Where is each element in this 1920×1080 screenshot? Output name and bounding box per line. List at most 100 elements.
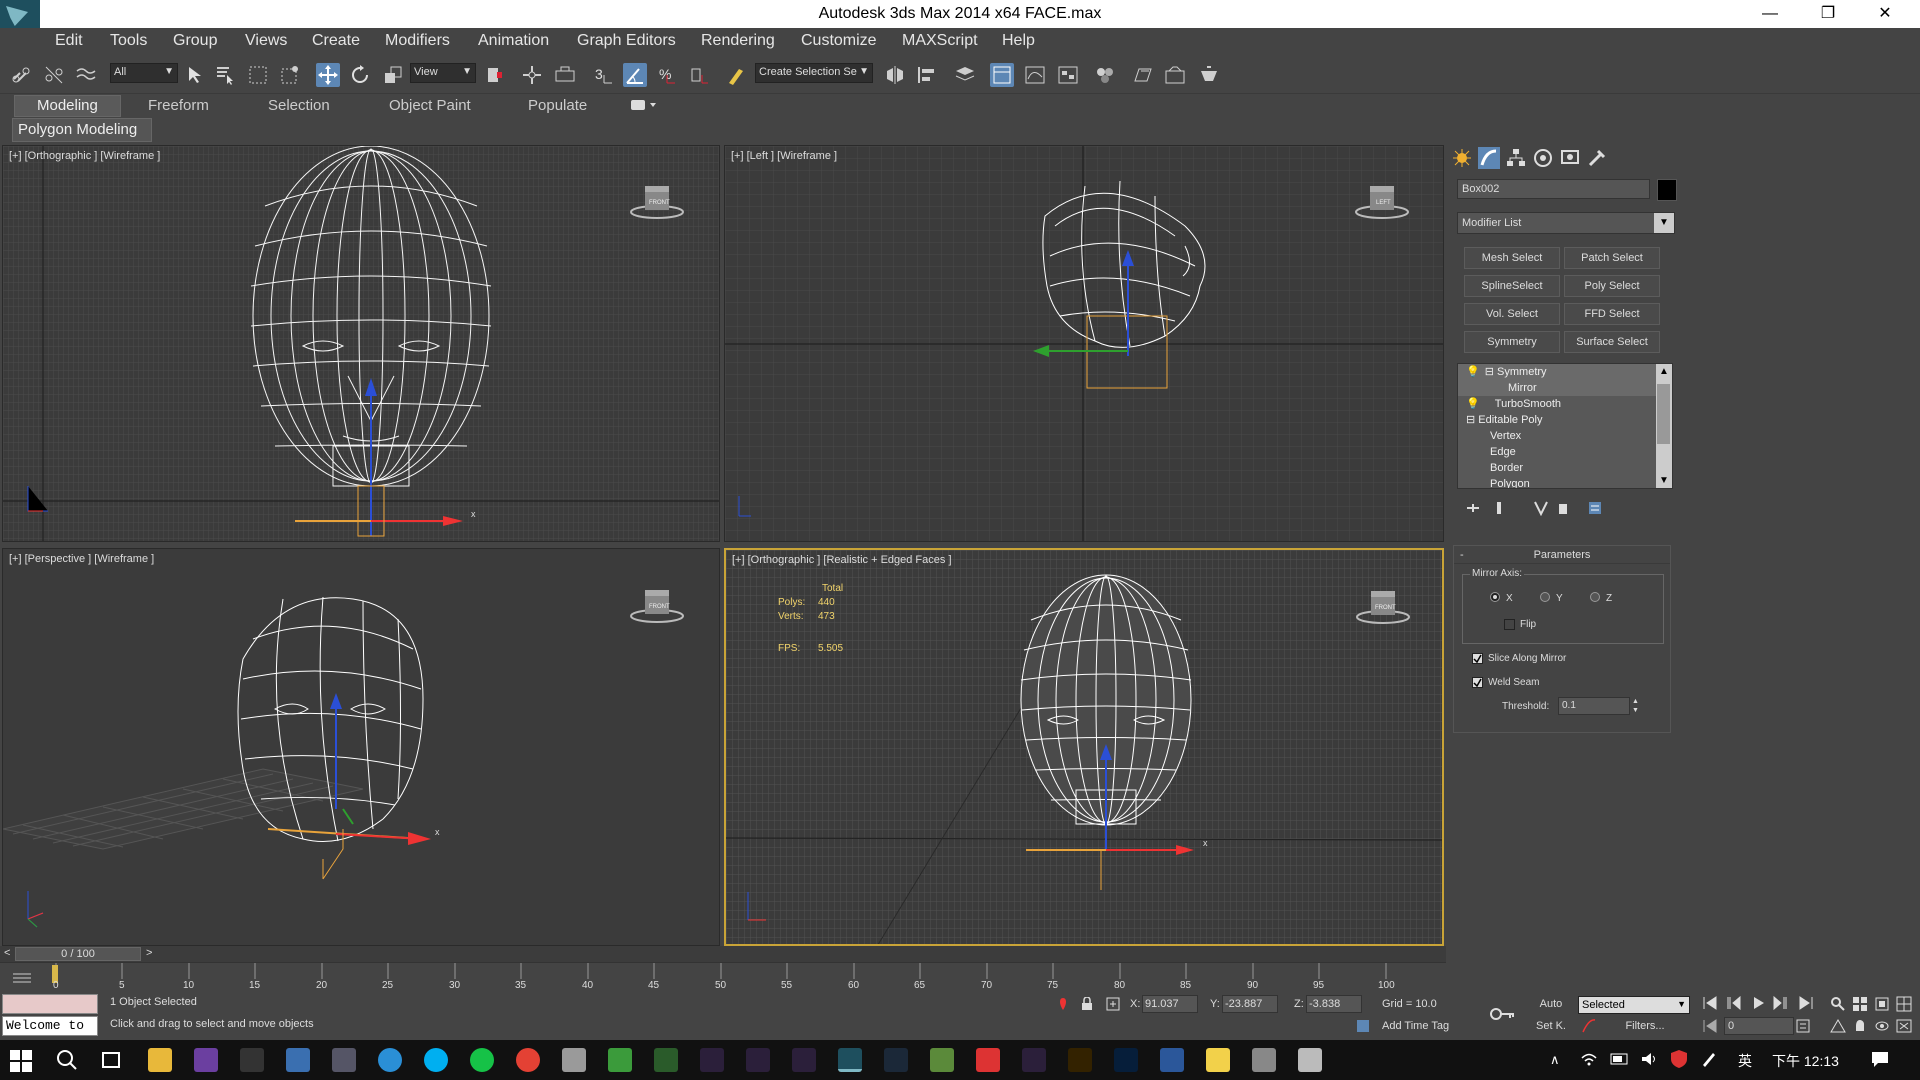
viewcube[interactable]: FRONT <box>627 586 684 626</box>
z-coord-input[interactable]: -3.838 <box>1306 995 1362 1013</box>
poly-select-button[interactable]: Poly Select <box>1564 275 1660 297</box>
display-tab-icon[interactable] <box>1559 147 1581 169</box>
axis-y-radio[interactable] <box>1540 592 1550 602</box>
create-tab-icon[interactable] <box>1451 147 1473 169</box>
viewport-label[interactable]: [+] [Orthographic ] [Wireframe ] <box>9 150 160 162</box>
set-key-icon[interactable] <box>1488 1004 1516 1027</box>
selection-lock-icon[interactable] <box>1080 996 1094 1014</box>
tab-modeling[interactable]: Modeling <box>14 95 121 117</box>
pivot-center-icon[interactable] <box>483 63 507 87</box>
taskbar-app-icon[interactable] <box>654 1048 678 1072</box>
time-slider-next-button[interactable]: > <box>146 947 152 959</box>
mesh-select-button[interactable]: Mesh Select <box>1464 247 1560 269</box>
zoom-extents-icon[interactable] <box>1874 996 1890 1015</box>
tab-freeform[interactable]: Freeform <box>148 97 209 114</box>
action-center-icon[interactable] <box>1870 1050 1890 1071</box>
antivirus-shield-icon[interactable] <box>1670 1049 1688 1072</box>
axis-z-radio[interactable] <box>1590 592 1600 602</box>
maxscript-listener-input[interactable]: Welcome to <box>2 1016 98 1036</box>
motion-tab-icon[interactable] <box>1532 147 1554 169</box>
layer-manager-icon[interactable] <box>953 63 977 87</box>
go-to-start-icon[interactable] <box>1702 996 1718 1013</box>
set-key-button[interactable]: Set K. <box>1530 1016 1572 1036</box>
percent-snap-icon[interactable]: % <box>655 63 679 87</box>
modifier-list-dropdown[interactable]: Modifier List ▼ <box>1457 212 1675 234</box>
select-by-name-icon[interactable] <box>213 63 237 87</box>
edit-named-selection-icon[interactable] <box>725 63 749 87</box>
link-icon[interactable] <box>10 63 34 87</box>
stack-item-vertex[interactable]: Vertex <box>1490 428 1521 444</box>
threshold-spinner[interactable]: ▲ ▼ <box>1632 697 1642 715</box>
stack-item-symmetry[interactable]: 💡 ⊟ Symmetry <box>1466 364 1656 380</box>
start-icon[interactable] <box>10 1050 32 1075</box>
unlink-icon[interactable] <box>42 63 66 87</box>
stack-item-turbosmooth[interactable]: 💡 TurboSmooth <box>1466 396 1656 412</box>
flip-checkbox[interactable] <box>1504 619 1515 630</box>
minecraft-icon[interactable] <box>930 1048 954 1072</box>
stack-scrollbar[interactable]: ▲ ▼ <box>1656 364 1672 488</box>
patch-select-button[interactable]: Patch Select <box>1564 247 1660 269</box>
restore-button[interactable]: ❐ <box>1805 2 1851 26</box>
keyboard-shortcut-icon[interactable] <box>553 63 577 87</box>
3ds-max-taskbar-icon[interactable] <box>838 1048 862 1072</box>
stack-item-polygon[interactable]: Polygon <box>1490 476 1530 488</box>
named-selection-set-dropdown[interactable]: Create Selection Se ▼ <box>755 63 873 83</box>
taskbar-app-icon[interactable] <box>562 1048 586 1072</box>
slice-along-mirror-checkbox[interactable] <box>1472 653 1483 664</box>
menu-create[interactable]: Create <box>312 32 360 50</box>
scrollbar-thumb[interactable] <box>1657 384 1670 444</box>
taskbar-app-icon[interactable] <box>378 1048 402 1072</box>
rendered-frame-window-icon[interactable] <box>1163 63 1187 87</box>
window-crossing-icon[interactable] <box>278 63 302 87</box>
angle-snap-icon[interactable] <box>623 63 647 87</box>
make-unique-icon[interactable] <box>1533 500 1549 519</box>
surface-select-button[interactable]: Surface Select <box>1564 331 1660 353</box>
ime-indicator[interactable]: 英 <box>1738 1051 1752 1071</box>
time-slider-prev-button[interactable]: < <box>4 947 10 959</box>
scene-explorer-icon[interactable] <box>990 63 1014 87</box>
viewport-left[interactable]: [+] [Left ] [Wireframe ] LEFT <box>724 145 1444 542</box>
align-icon[interactable] <box>915 63 939 87</box>
chevron-down-icon[interactable]: ▼ <box>1659 475 1669 486</box>
threshold-input[interactable]: 0.1 <box>1558 697 1630 715</box>
polygon-modeling-panel[interactable]: Polygon Modeling <box>12 118 152 142</box>
taskbar-app-icon[interactable] <box>608 1048 632 1072</box>
line-icon[interactable] <box>470 1048 494 1072</box>
track-bar[interactable]: 0 5 10 15 20 25 30 35 40 45 50 55 60 65 … <box>0 962 1446 991</box>
previous-frame-icon[interactable] <box>1726 995 1742 1013</box>
auto-key-button[interactable]: Auto <box>1530 994 1572 1014</box>
file-explorer-icon[interactable] <box>148 1048 172 1072</box>
stack-item-edge[interactable]: Edge <box>1490 444 1516 460</box>
default-tangent-icon[interactable] <box>1582 1019 1596 1036</box>
viewport-label[interactable]: [+] [Left ] [Wireframe ] <box>731 150 837 162</box>
vol-select-button[interactable]: Vol. Select <box>1464 303 1560 325</box>
select-and-scale-icon[interactable] <box>381 63 405 87</box>
menu-tools[interactable]: Tools <box>110 32 147 50</box>
remove-modifier-icon[interactable] <box>1555 500 1571 519</box>
clock[interactable]: 下午 12:13 <box>1772 1051 1839 1071</box>
menu-animation[interactable]: Animation <box>478 32 549 50</box>
axis-x-radio[interactable] <box>1490 592 1500 602</box>
time-slider[interactable]: < 0 / 100 > <box>0 946 1446 962</box>
rectangular-selection-icon[interactable] <box>246 63 270 87</box>
viewport-label[interactable]: [+] [Orthographic ] [Realistic + Edged F… <box>732 554 952 566</box>
pin-stack-icon[interactable] <box>1465 500 1481 519</box>
absolute-mode-transform-icon[interactable] <box>1106 997 1120 1014</box>
selection-filter-dropdown[interactable]: All ▼ <box>110 63 178 83</box>
menu-group[interactable]: Group <box>173 32 217 50</box>
x-coord-input[interactable]: 91.037 <box>1142 995 1198 1013</box>
hierarchy-tab-icon[interactable] <box>1505 147 1527 169</box>
time-slider-thumb[interactable]: 0 / 100 <box>15 947 141 961</box>
steam-icon[interactable] <box>884 1048 908 1072</box>
tab-selection[interactable]: Selection <box>268 97 330 114</box>
viewport-front-realistic[interactable]: [+] [Orthographic ] [Realistic + Edged F… <box>724 548 1444 946</box>
stack-item-editable-poly[interactable]: ⊟ Editable Poly <box>1466 412 1656 428</box>
parameters-header[interactable]: - Parameters <box>1454 546 1670 564</box>
reference-coordinate-dropdown[interactable]: View ▼ <box>410 63 476 83</box>
word-icon[interactable] <box>1160 1048 1184 1072</box>
configure-modifier-sets-icon[interactable] <box>1587 500 1603 519</box>
premiere-icon[interactable] <box>792 1048 816 1072</box>
stack-item-mirror[interactable]: Mirror <box>1508 380 1656 396</box>
adobe-app-icon[interactable] <box>1022 1048 1046 1072</box>
viewport-front[interactable]: [+] [Orthographic ] [Wireframe ] x FRONT <box>2 145 720 542</box>
